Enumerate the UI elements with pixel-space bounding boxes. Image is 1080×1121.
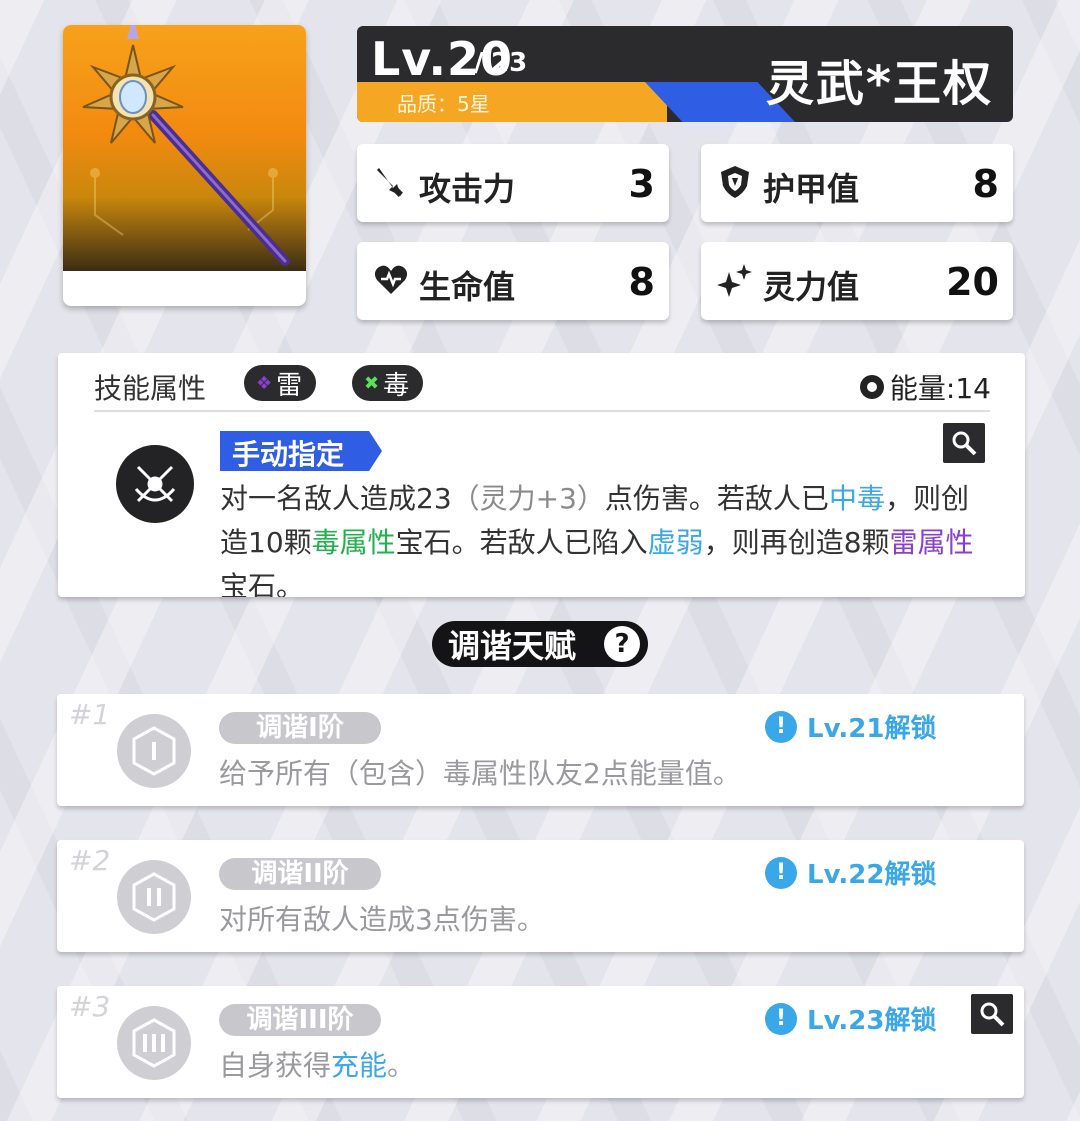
exclamation-icon: ! [765,856,797,889]
stat-label: 灵力值 [763,268,860,306]
stat-label: 攻击力 [419,170,516,208]
talent-tier-tag: 调谐I阶 [219,712,381,744]
sparkle-icon [717,262,753,298]
element-tag-thunder[interactable]: ❖ 雷 [244,365,317,401]
weapon-quality: 品质：5星 [397,92,490,116]
talent-row: #1 调谐I阶 ! Lv.21解锁 给予所有（包含）毒属性队友2点能量值。 [57,694,1024,806]
target-mode-tag: 手动指定 [220,431,382,471]
heart-icon [373,262,409,298]
unlock-requirement: ! Lv.22解锁 [765,854,936,891]
stat-value: 3 [628,162,655,206]
talent-description: 给予所有（包含）毒属性队友2点能量值。 [219,757,741,790]
skill-detail-button[interactable] [943,423,985,463]
divider [94,410,990,412]
weapon-level-max: 23 [491,48,528,78]
unlock-requirement: ! Lv.21解锁 [765,708,936,745]
stat-health: 生命值 8 [357,242,669,320]
skill-description: 对一名敌人造成23（灵力+3）点伤害。若敌人已中毒，则创造10颗毒属性宝石。若敌… [220,482,974,597]
stat-armor: 护甲值 8 [701,144,1013,222]
stat-value: 8 [972,162,999,206]
unlock-requirement: ! Lv.23解锁 [765,1000,936,1037]
keyword-charge[interactable]: 充能 [331,1049,387,1082]
stat-label: 护甲值 [763,170,860,208]
talent-header: 调谐天赋 ? [432,621,648,667]
talent-header-label: 调谐天赋 [448,627,577,665]
help-icon[interactable]: ? [604,626,640,662]
talent-number: #1 [69,698,111,731]
poison-icon: ✖ [364,372,380,394]
talent-detail-button[interactable] [971,994,1013,1034]
exclamation-icon: ! [765,710,797,743]
weapon-image [63,25,306,271]
talent-tier-1-icon [117,714,191,788]
element-tag-poison[interactable]: ✖ 毒 [352,365,424,401]
stat-value: 8 [628,260,655,304]
energy-cost: 能量:14 [859,367,991,407]
keyword-poisoned[interactable]: 中毒 [829,482,885,515]
armor-icon [717,164,753,200]
element-label: 毒 [383,370,410,401]
talent-tier-3-icon [117,1006,191,1080]
talent-tier-tag: 调谐III阶 [219,1004,381,1036]
keyword-poison-attribute[interactable]: 毒属性 [312,526,396,559]
talent-tier-tag: 调谐II阶 [219,858,381,890]
talent-tier-2-icon [117,860,191,934]
talent-row: #2 调谐II阶 ! Lv.22解锁 对所有敌人造成3点伤害。 [57,840,1024,952]
element-label: 雷 [276,370,303,401]
skill-title: 技能属性 [94,372,207,405]
energy-icon [859,375,884,399]
weapon-name: 灵武*王权 [765,56,993,112]
skill-icon [116,445,194,523]
weapon-card[interactable] [63,25,306,306]
keyword-thunder-attribute[interactable]: 雷属性 [890,526,974,559]
stat-value: 20 [946,260,999,304]
stat-label: 生命值 [419,268,516,306]
thunder-icon: ❖ [256,372,273,394]
magnifier-icon [952,431,977,456]
talent-row: #3 调谐III阶 ! Lv.23解锁 自身获得充能。 [57,986,1024,1098]
keyword-weak[interactable]: 虚弱 [648,526,704,559]
magnifier-icon [980,1002,1005,1027]
level-separator: / [474,48,484,78]
talent-description: 对所有敌人造成3点伤害。 [219,903,545,936]
stat-spirit: 灵力值 20 [701,242,1013,320]
energy-value: 能量:14 [889,372,991,405]
exclamation-icon: ! [765,1002,797,1035]
skill-panel: 技能属性 ❖ 雷 ✖ 毒 能量:14 手动指定 对一名敌人造成23（灵力+3）点… [58,353,1025,597]
level-banner: Lv.20 / 23 品质：5星 灵武*王权 [357,26,1013,122]
stat-attack: 攻击力 3 [357,144,669,222]
talent-number: #3 [69,990,111,1023]
talent-description: 自身获得充能。 [219,1049,416,1082]
attack-icon [373,164,409,200]
talent-number: #2 [69,844,111,877]
